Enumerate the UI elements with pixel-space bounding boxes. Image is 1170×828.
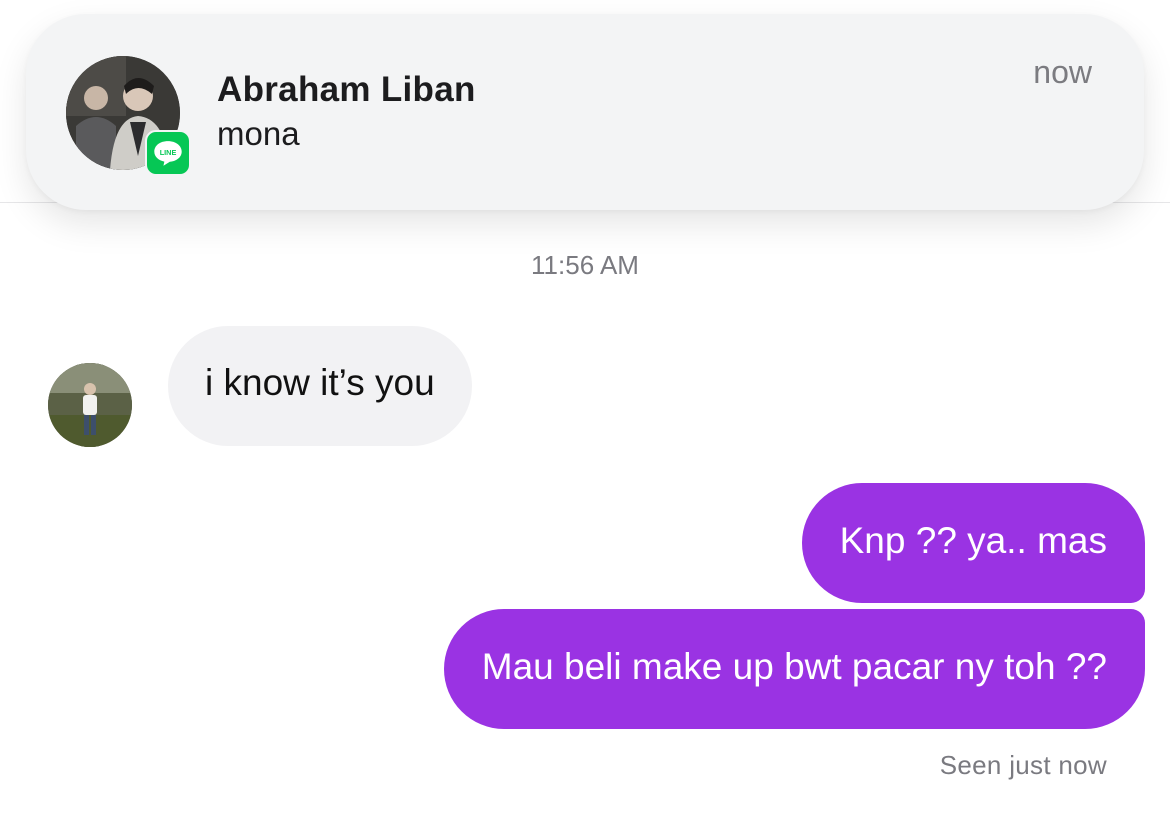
notification-banner[interactable]: LINE Abraham Liban mona now [26,14,1144,210]
notification-sender: Abraham Liban [217,70,476,109]
message-bubble-outgoing[interactable]: Mau beli make up bwt pacar ny toh ?? [443,609,1145,729]
line-icon-label: LINE [160,148,177,157]
notification-message: mona [217,115,300,152]
contact-avatar[interactable] [48,363,132,447]
message-bubble-outgoing[interactable]: Knp ?? ya.. mas [801,483,1145,603]
message-bubble-incoming[interactable]: i know it’s you [168,326,472,446]
line-app-icon: LINE [145,130,191,176]
chat-timestamp: 11:56 AM [531,250,639,280]
seen-status: Seen just now [939,750,1107,780]
notification-time: now [1033,54,1092,90]
